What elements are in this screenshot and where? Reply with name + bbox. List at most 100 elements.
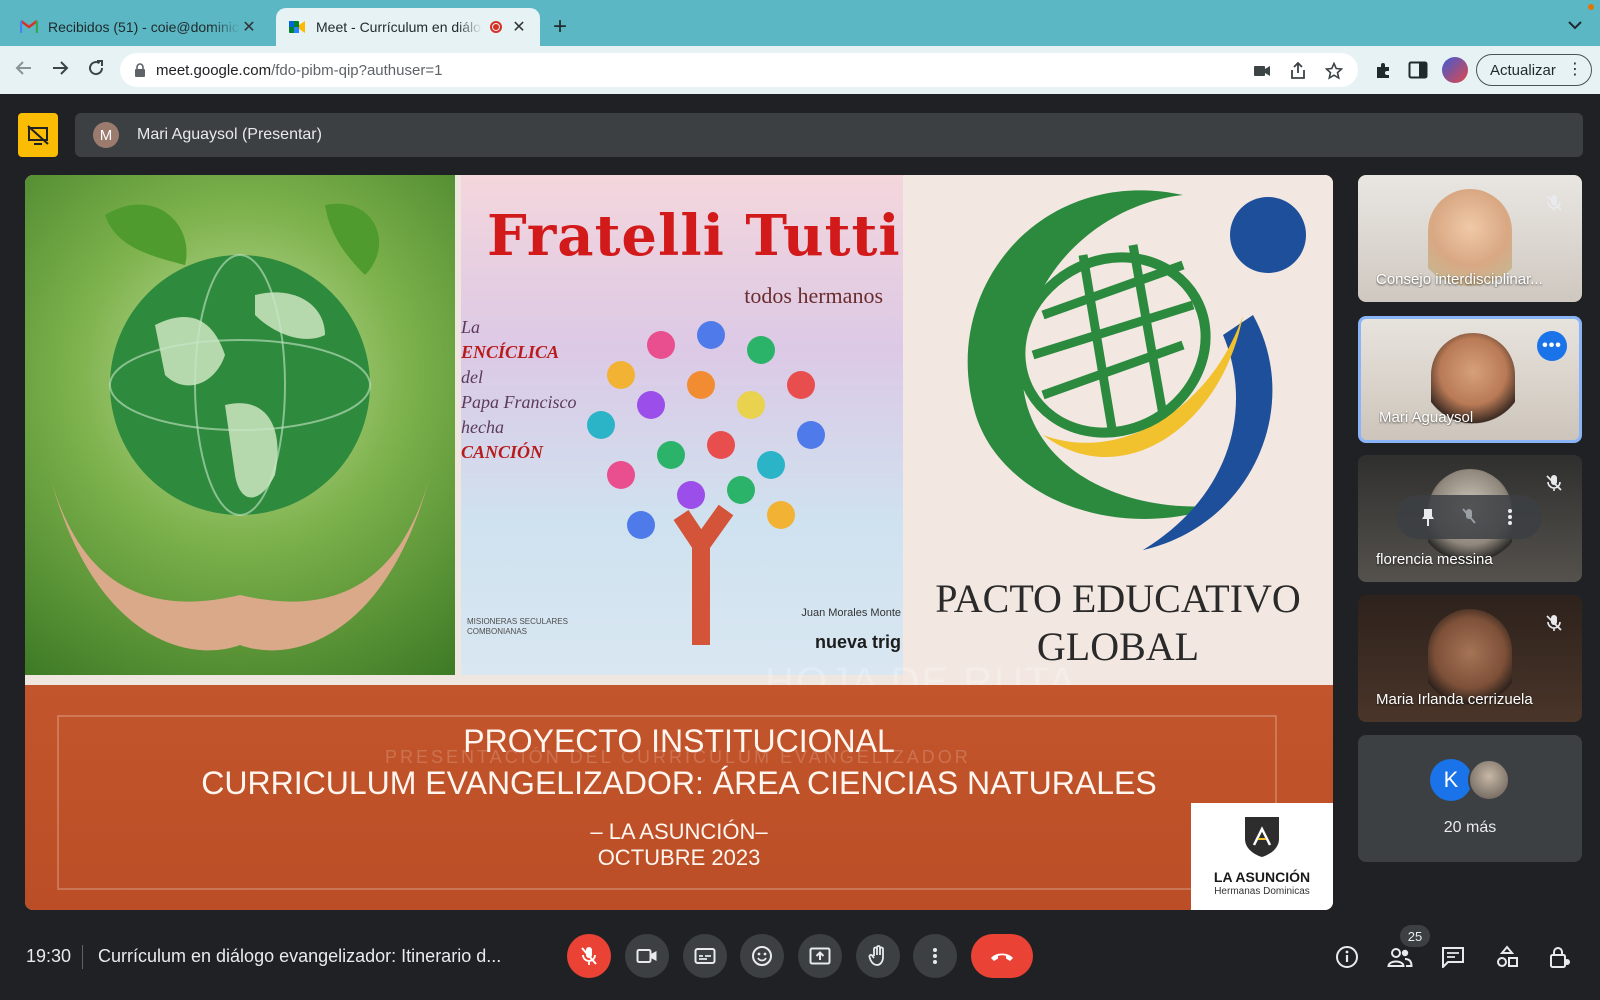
meeting-title: Currículum en diálogo evangelizador: Iti… — [98, 946, 502, 966]
poster-publisher-logo: nueva trig — [814, 632, 901, 652]
extensions-puzzle-icon[interactable] — [1372, 58, 1396, 82]
meeting-controls-bar: 19:30 Currículum en diálogo evangelizado… — [0, 925, 1600, 991]
url-host: meet.google.com — [156, 61, 272, 79]
more-options-button[interactable] — [913, 934, 957, 978]
presenter-bar: M Mari Aguaysol (Presentar) — [75, 113, 1583, 157]
present-now-button[interactable] — [798, 934, 842, 978]
fratelli-tutti-poster: Fratelli Tutti todos hermanos La ENCÍCLI… — [461, 175, 903, 675]
poster-ngo: MISIONERAS SECULARES COMBONIANAS — [467, 617, 568, 636]
tab-search-chevron-icon[interactable] — [1568, 17, 1582, 33]
slide-subtitle-line1: – LA ASUNCIÓN– — [590, 819, 768, 844]
camera-icon[interactable] — [1252, 61, 1272, 81]
activities-icon[interactable] — [1493, 943, 1521, 971]
presenter-name: Mari Aguaysol (Presentar) — [137, 126, 322, 143]
update-button[interactable]: Actualizar ⋮ — [1476, 54, 1592, 86]
share-icon[interactable] — [1288, 61, 1308, 81]
more-participants-label: 20 más — [1443, 819, 1497, 836]
more-options-icon[interactable] — [1499, 506, 1521, 528]
participant-tile-active[interactable]: ••• Mari Aguaysol — [1358, 316, 1582, 443]
presentation-toggle-icon[interactable] — [18, 113, 58, 157]
pacto-educativo-logo — [967, 190, 1306, 550]
shield-icon — [1245, 817, 1279, 857]
participant-video — [1431, 333, 1515, 440]
chat-icon[interactable] — [1439, 943, 1467, 971]
hands-globe-image — [25, 175, 455, 675]
leave-call-button[interactable] — [971, 934, 1033, 978]
camera-toggle-button[interactable] — [625, 934, 669, 978]
slide-title-line2: CURRICULUM EVANGELIZADOR: ÁREA CIENCIAS … — [201, 765, 1157, 801]
gmail-icon — [20, 18, 38, 36]
pacto-title: PACTO EDUCATIVO GLOBAL — [903, 575, 1333, 671]
mute-participant-icon[interactable] — [1458, 506, 1480, 528]
browser-toolbar: meet.google.com/fdo-pibm-qip?authuser=1 — [0, 46, 1600, 94]
people-icon[interactable] — [1386, 943, 1414, 971]
video-camera-icon — [636, 949, 657, 963]
slide-title-line1: PROYECTO INSTITUCIONAL — [463, 723, 895, 759]
participant-tile[interactable]: Consejo interdisciplinar... — [1358, 175, 1582, 302]
reactions-button[interactable] — [740, 934, 784, 978]
presenter-avatar: M — [93, 122, 119, 148]
notification-dot — [1588, 4, 1594, 10]
captions-icon — [694, 948, 716, 964]
poster-author: Juan Morales Monte — [801, 607, 901, 619]
school-name: LA ASUNCIÓN — [1213, 869, 1311, 885]
new-tab-icon[interactable]: + — [553, 14, 567, 40]
poster-text: La ENCÍCLICA del Papa Francisco hecha CA… — [461, 315, 576, 465]
participant-name: Consejo interdisciplinar... — [1376, 271, 1543, 288]
close-tab-icon[interactable]: ✕ — [510, 17, 528, 37]
more-vert-icon — [933, 948, 937, 964]
poster-text-line: CANCIÓN — [461, 442, 544, 462]
hang-up-icon — [991, 953, 1013, 961]
poster-title: Fratelli Tutti — [487, 203, 901, 269]
tab-label: Meet - Currículum en diálogo evangelizad… — [316, 19, 482, 35]
mic-off-icon — [1546, 615, 1562, 631]
participant-tile[interactable]: florencia messina — [1358, 455, 1582, 582]
mic-off-icon — [1546, 195, 1562, 211]
more-participants-tile[interactable]: K 20 más — [1358, 735, 1582, 862]
profile-avatar[interactable] — [1442, 57, 1468, 83]
slide-subtitle-line2: OCTUBRE 2023 — [597, 845, 761, 870]
poster-text-line: hecha — [461, 417, 504, 437]
pin-icon[interactable] — [1417, 506, 1439, 528]
lock-icon[interactable] — [134, 63, 146, 77]
present-screen-icon — [809, 947, 831, 965]
reload-icon[interactable] — [84, 58, 108, 84]
slide-title-band: PRESENTACIÓN DEL CURRICULUM EVANGELIZADO… — [25, 685, 1333, 910]
browser-menu-icon[interactable]: ⋮ — [1567, 60, 1583, 80]
host-controls-icon[interactable] — [1546, 943, 1574, 971]
bookmark-star-icon[interactable] — [1324, 61, 1344, 81]
side-panel-icon[interactable] — [1406, 58, 1430, 82]
poster-text-line: Papa Francisco — [461, 392, 577, 412]
url-path: /fdo-pibm-qip?authuser=1 — [271, 61, 443, 79]
poster-text-line: del — [461, 367, 483, 387]
participant-tile[interactable]: Maria Irlanda cerrizuela — [1358, 595, 1582, 722]
captions-button[interactable] — [683, 934, 727, 978]
tab-gmail[interactable]: Recibidos (51) - coie@dominicas ✕ — [8, 8, 270, 46]
address-bar[interactable]: meet.google.com/fdo-pibm-qip?authuser=1 — [120, 53, 1358, 87]
microphone-toggle-button[interactable] — [567, 934, 611, 978]
participant-options-icon[interactable]: ••• — [1537, 331, 1567, 361]
poster-subtitle: todos hermanos — [744, 283, 883, 308]
update-button-label: Actualizar — [1490, 61, 1556, 79]
divider — [82, 945, 83, 969]
meet-icon — [288, 18, 306, 36]
poster-text-line: La — [461, 317, 481, 337]
participant-avatar: K — [1430, 759, 1472, 801]
shared-screen: Fratelli Tutti todos hermanos La ENCÍCLI… — [25, 175, 1333, 910]
mic-off-icon — [1546, 475, 1562, 491]
participant-name: Mari Aguaysol — [1379, 409, 1474, 426]
tree-of-hands-illustration — [587, 321, 825, 645]
pacto-educativo-panel: PACTO EDUCATIVO GLOBAL — [903, 175, 1333, 685]
forward-icon[interactable] — [48, 58, 72, 84]
meeting-info-icon[interactable] — [1333, 943, 1361, 971]
recording-icon — [490, 21, 502, 33]
participant-avatar-photo — [1468, 759, 1510, 801]
tab-label: Recibidos (51) - coie@dominicas — [48, 19, 240, 35]
poster-text-line: ENCÍCLICA — [461, 342, 560, 362]
tab-meet[interactable]: Meet - Currículum en diálogo evangelizad… — [276, 8, 540, 46]
participant-name: florencia messina — [1376, 551, 1493, 568]
back-icon[interactable] — [12, 58, 36, 84]
raise-hand-button[interactable] — [856, 934, 900, 978]
emoji-icon — [752, 946, 772, 966]
close-tab-icon[interactable]: ✕ — [240, 17, 258, 37]
